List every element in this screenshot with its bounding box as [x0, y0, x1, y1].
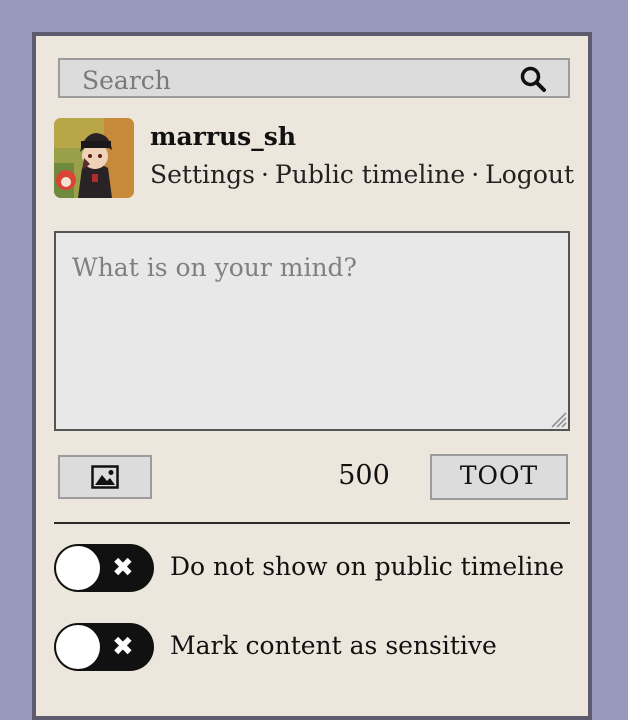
upload-media-button[interactable]	[58, 455, 152, 499]
resize-handle-icon[interactable]	[546, 407, 568, 429]
close-icon: ✖	[112, 632, 134, 662]
unlisted-label[interactable]: Do not show on public timeline	[170, 552, 564, 581]
link-separator: ·	[260, 160, 269, 189]
divider	[54, 522, 570, 524]
compose-placeholder: What is on your mind?	[72, 253, 357, 282]
search-icon[interactable]	[520, 66, 546, 92]
sensitive-label[interactable]: Mark content as sensitive	[170, 631, 497, 660]
logout-link[interactable]: Logout	[485, 160, 574, 189]
toot-button[interactable]: TOOT	[430, 454, 568, 500]
search-placeholder: Search	[82, 66, 171, 95]
toggle-knob	[56, 625, 100, 669]
avatar[interactable]	[54, 118, 134, 198]
toggle-knob	[56, 546, 100, 590]
navigation-panel: Search marrus_sh Settings · Public timelin…	[32, 32, 592, 720]
sensitive-toggle[interactable]: ✖	[54, 623, 154, 671]
settings-link[interactable]: Settings	[150, 160, 255, 189]
close-icon: ✖	[112, 553, 134, 583]
image-icon	[91, 465, 119, 489]
compose-textarea[interactable]: What is on your mind?	[54, 231, 570, 431]
character-counter: 500	[338, 460, 390, 491]
profile-links: Settings · Public timeline · Logout	[150, 160, 574, 189]
search-input[interactable]: Search	[58, 58, 570, 98]
username[interactable]: marrus_sh	[150, 122, 296, 151]
public-timeline-link[interactable]: Public timeline	[275, 160, 465, 189]
unlisted-toggle[interactable]: ✖	[54, 544, 154, 592]
link-separator: ·	[471, 160, 480, 189]
